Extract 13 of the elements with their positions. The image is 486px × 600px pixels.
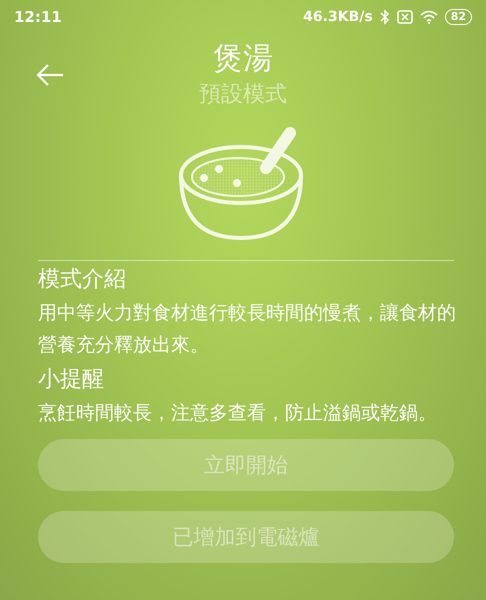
page-title: 煲湯 bbox=[213, 40, 273, 78]
section-text: 烹飪時間較長，注意多查看，防止溢鍋或乾鍋。 bbox=[38, 401, 438, 426]
page-subtitle: 預設模式 bbox=[199, 81, 287, 109]
bluetooth-icon bbox=[380, 9, 390, 25]
no-sim-icon bbox=[396, 10, 413, 24]
wifi-icon bbox=[420, 10, 438, 24]
back-arrow-icon[interactable] bbox=[36, 64, 64, 86]
clock: 12:11 bbox=[14, 8, 62, 26]
section-text: 用中等火力對食材進行較長時間的慢煮，讓食材的營養充分釋放出來。 bbox=[38, 301, 457, 358]
section-heading: 小提醒 bbox=[38, 366, 105, 394]
section-heading: 模式介紹 bbox=[38, 266, 127, 294]
network-speed: 46.3KB/s bbox=[303, 9, 373, 25]
battery-indicator: 82 bbox=[444, 9, 472, 25]
